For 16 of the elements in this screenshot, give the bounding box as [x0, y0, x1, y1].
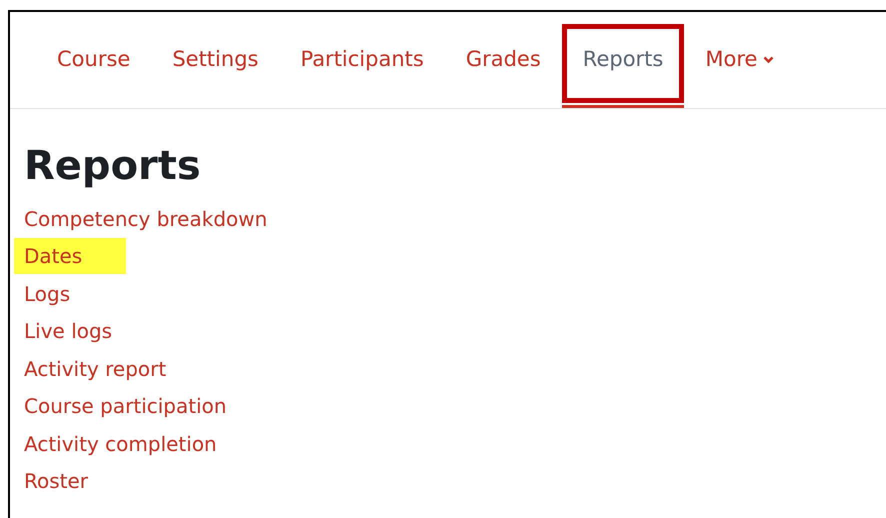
report-link[interactable]: Activity completion — [14, 426, 217, 462]
report-link[interactable]: Competency breakdown — [14, 200, 268, 237]
page-heading: Reports — [24, 142, 202, 190]
report-link[interactable]: Roster — [14, 463, 88, 500]
nav-tab[interactable]: Reports — [562, 12, 684, 108]
nav-tab[interactable]: More — [684, 12, 796, 108]
nav-tab[interactable]: Grades — [444, 12, 562, 108]
nav-tab[interactable]: Settings — [151, 12, 280, 108]
report-link[interactable]: Course participation — [14, 388, 227, 424]
nav-tab[interactable]: Participants — [279, 12, 445, 108]
report-link[interactable]: Live logs — [14, 313, 112, 350]
chevron-down-icon — [763, 56, 774, 64]
nav-tab[interactable]: Course — [36, 12, 152, 108]
report-link[interactable]: Logs — [14, 276, 70, 312]
report-link[interactable]: Dates — [14, 238, 126, 274]
report-link[interactable]: Activity report — [14, 350, 166, 387]
